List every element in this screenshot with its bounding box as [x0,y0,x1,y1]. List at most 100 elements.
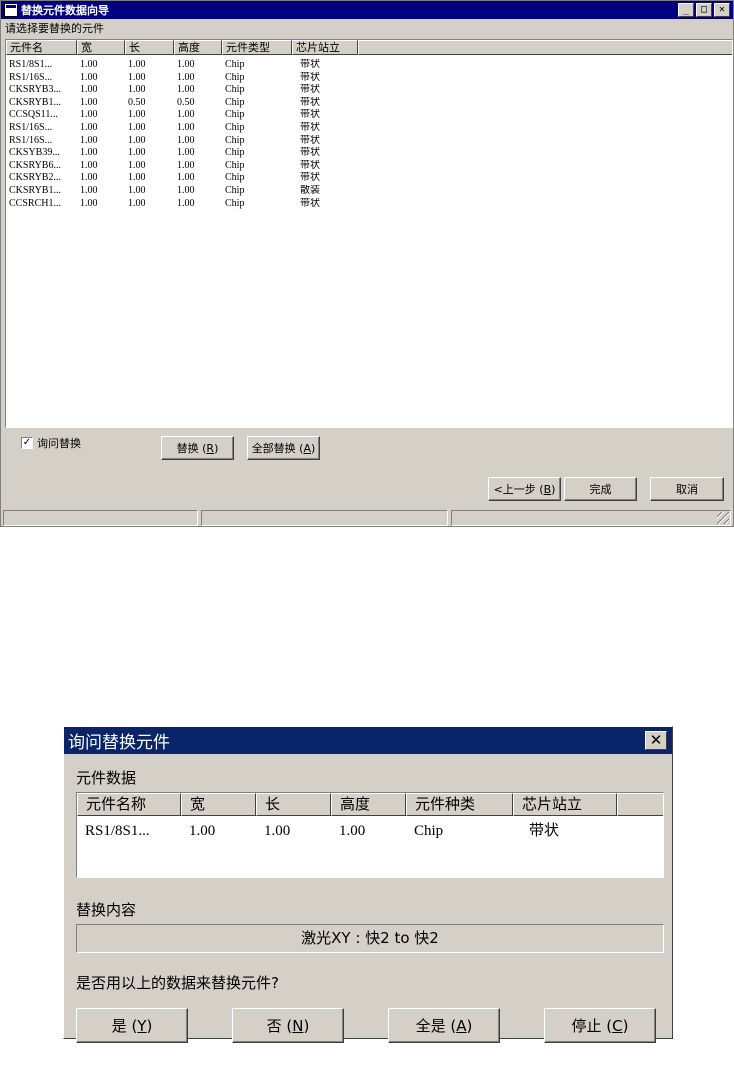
yes-button[interactable]: 是 (Y) [76,1008,188,1043]
cell-length: 1.00 [128,59,146,70]
table-row[interactable]: CKSRYB3... 1.00 1.00 1.00 Chip 带状 [6,84,732,97]
cell-type: Chip [225,71,245,83]
table-row[interactable]: RS1/16S... 1.00 1.00 1.00 Chip 带状 [6,72,732,85]
dlg-col-height[interactable]: 高度 [331,793,406,816]
col-header-empty [358,40,732,55]
col-header-type[interactable]: 元件类型 [222,40,292,55]
col-header-length[interactable]: 长 [125,40,174,55]
close-button[interactable]: ✕ [714,3,730,17]
cell-name: CKSRYB3... [9,84,61,96]
dlg-cell-kind: Chip [414,823,444,839]
cell-stand: 带状 [300,197,320,209]
cell-width: 1.00 [80,59,98,70]
dialog-titlebar[interactable]: 询问替换元件 ✕ [64,727,672,754]
cell-width: 1.00 [80,172,98,184]
cell-name: CKSRYB6... [9,159,61,171]
cell-stand: 带状 [300,84,320,96]
cell-type: Chip [225,172,245,184]
cell-length: 1.00 [128,172,146,184]
dlg-col-stand[interactable]: 芯片站立 [513,793,617,816]
list-header: 元件名 宽 长 高度 元件类型 芯片站立 [6,40,732,55]
table-row[interactable]: RS1/8S1... 1.00 1.00 1.00 Chip 带状 [6,59,732,72]
cell-type: Chip [225,109,245,121]
ask-replace-option[interactable]: ✓ 询问替换 [21,435,81,451]
replace-button[interactable]: 替换 (R) [161,436,234,460]
table-row[interactable]: CKSRYB2... 1.00 1.00 1.00 Chip 带状 [6,172,732,185]
cell-name: RS1/16S... [9,121,53,133]
table-row[interactable]: RS1/16S... 1.00 1.00 1.00 Chip 带状 [6,122,732,135]
table-row[interactable]: CCSRCH1... 1.00 1.00 1.00 Chip 带状 [6,198,732,211]
yes-all-button[interactable]: 全是 (A) [388,1008,500,1043]
minimize-button[interactable]: _ [678,3,694,17]
cell-type: Chip [225,121,245,133]
table-row[interactable]: CKSYB39... 1.00 1.00 1.00 Chip 带状 [6,147,732,160]
cell-width: 1.00 [80,184,98,196]
dlg-cell-name: RS1/8S1... [85,823,150,839]
dlg-col-kind[interactable]: 元件种类 [406,793,513,816]
table-row[interactable]: CCSQS11... 1.00 1.00 1.00 Chip 带状 [6,109,732,122]
cell-type: Chip [225,134,245,146]
cell-height: 1.00 [177,109,195,121]
cell-length: 1.00 [128,147,146,159]
component-data-list[interactable]: 元件名称 宽 长 高度 元件种类 芯片站立 RS1/8S1... 1.00 1.… [76,792,664,878]
cell-type: Chip [225,84,245,96]
back-button-key: B [543,482,552,496]
list-rows: RS1/8S1... 1.00 1.00 1.00 Chip 带状 RS1/16S... 1.… [6,55,732,210]
dlg-col-name[interactable]: 元件名称 [77,793,181,816]
cell-name: RS1/16S... [9,71,53,83]
maximize-button[interactable]: □ [696,3,712,17]
replace-button-label: 替换 [176,442,199,455]
back-button-label: <上一步 [493,483,536,496]
table-row[interactable]: CKSRYB6... 1.00 1.00 1.00 Chip 带状 [6,160,732,173]
cell-width: 1.00 [80,84,98,96]
no-button-key: N [292,1016,304,1035]
cell-length: 0.50 [128,96,146,108]
cell-stand: 带状 [300,147,320,159]
replace-all-button[interactable]: 全部替换 (A) [247,436,320,460]
cell-height: 1.00 [177,172,195,184]
status-panel-3 [451,510,731,526]
cell-name: RS1/16S... [9,134,53,146]
table-row[interactable]: CKSRYB1... 1.00 1.00 1.00 Chip 散装 [6,185,732,198]
cell-name: CKSRYB2... [9,172,61,184]
cell-width: 1.00 [80,121,98,133]
yes-all-button-label: 全是 [415,1017,446,1035]
dialog-close-icon[interactable]: ✕ [645,731,667,750]
finish-button[interactable]: 完成 [564,477,637,501]
status-panel-1 [3,510,198,526]
col-header-name[interactable]: 元件名 [6,40,77,55]
wizard-titlebar[interactable]: 替换元件数据向导 _ □ ✕ [1,1,733,19]
table-row[interactable]: RS1/16S... 1.00 1.00 1.00 Chip 带状 [6,135,732,148]
cell-length: 1.00 [128,159,146,171]
cell-height: 1.00 [177,184,195,196]
cell-length: 1.00 [128,134,146,146]
cell-width: 1.00 [80,159,98,171]
dialog-table-row[interactable]: RS1/8S1... 1.00 1.00 1.00 Chip 带状 [77,819,663,843]
cell-width: 1.00 [80,109,98,121]
ask-replace-checkbox[interactable]: ✓ [21,437,33,449]
cell-height: 1.00 [177,159,195,171]
cell-height: 1.00 [177,147,195,159]
cell-stand: 带状 [300,59,320,70]
back-button[interactable]: <上一步 (B) [488,477,561,501]
no-button[interactable]: 否 (N) [232,1008,344,1043]
cell-type: Chip [225,147,245,159]
table-row[interactable]: CKSRYB1... 1.00 0.50 0.50 Chip 带状 [6,97,732,110]
dlg-col-width[interactable]: 宽 [181,793,256,816]
cell-type: Chip [225,96,245,108]
resize-grip-icon[interactable] [717,512,729,524]
stop-button[interactable]: 停止 (C) [544,1008,656,1043]
cell-name: CCSQS11... [9,109,58,121]
cell-name: CKSRYB1... [9,184,61,196]
cell-stand: 带状 [300,121,320,133]
col-header-height[interactable]: 高度 [174,40,222,55]
col-header-stand[interactable]: 芯片站立 [292,40,358,55]
cell-length: 1.00 [128,71,146,83]
dialog-list-header: 元件名称 宽 长 高度 元件种类 芯片站立 [77,793,663,816]
dlg-col-length[interactable]: 长 [256,793,331,816]
component-list[interactable]: 元件名 宽 长 高度 元件类型 芯片站立 RS1/8S1... 1.00 1.00 1… [5,39,733,428]
cell-height: 1.00 [177,134,195,146]
cancel-button[interactable]: 取消 [650,477,724,501]
col-header-width[interactable]: 宽 [77,40,125,55]
cell-height: 1.00 [177,197,195,209]
